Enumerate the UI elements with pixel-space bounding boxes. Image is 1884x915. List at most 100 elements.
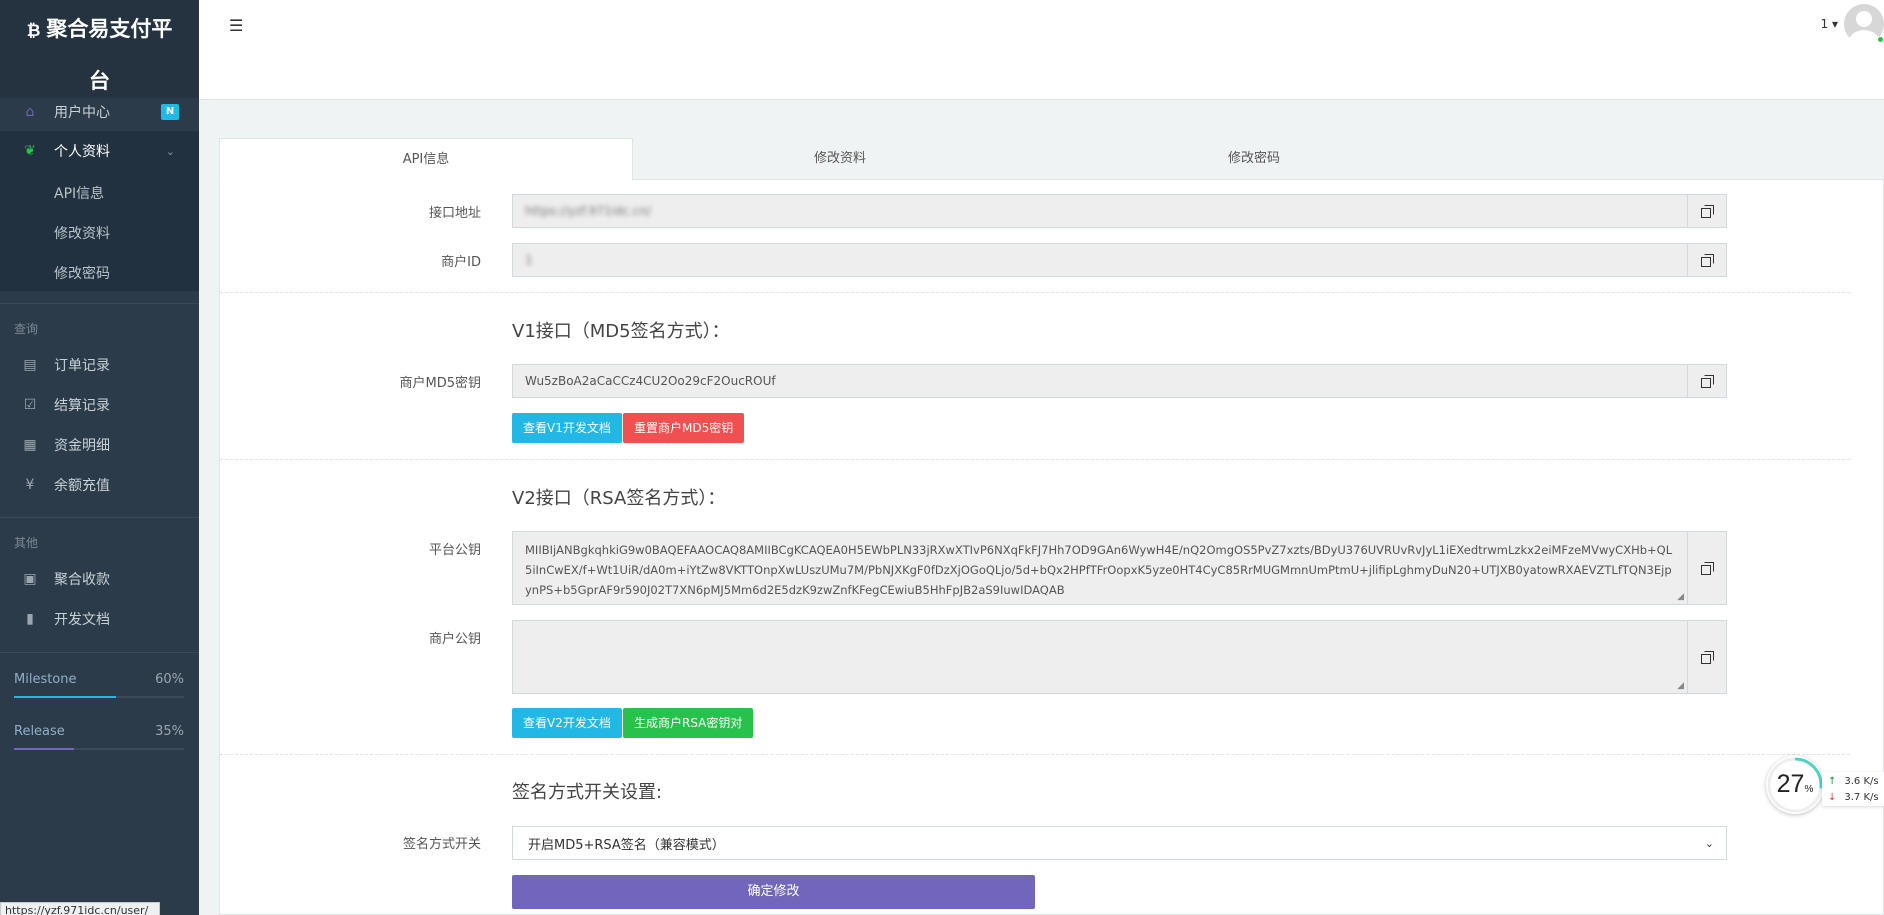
view-v2-docs-button[interactable]: 查看V2开发文档 xyxy=(512,708,622,738)
sidebar-divider xyxy=(0,517,199,518)
sidebar-item-label: 聚合收款 xyxy=(54,572,110,588)
sidebar-item-dev-docs[interactable]: ▮ 开发文档 xyxy=(0,599,199,639)
sidebar-item-funds[interactable]: ▦ 资金明细 xyxy=(0,425,199,465)
copy-icon xyxy=(1701,205,1714,218)
yen-icon: ¥ xyxy=(25,477,35,493)
platform-pubkey-field[interactable]: MIIBIjANBgkqhkiG9w0BAQEFAAOCAQ8AMIIBCgKC… xyxy=(512,531,1727,605)
reset-md5-key-button[interactable]: 重置商户MD5密钥 xyxy=(623,413,745,443)
bitcoin-logo-icon: ₿ xyxy=(26,21,41,41)
profile-submenu: API信息 修改资料 修改密码 xyxy=(0,171,199,291)
progress-release: Release 35% xyxy=(14,724,184,750)
submenu-item-edit-profile[interactable]: 修改资料 xyxy=(54,223,110,243)
sign-section-title: 签名方式开关设置: xyxy=(512,782,663,803)
progress-fill xyxy=(14,748,74,750)
top-header: ☰ 1 ▾ xyxy=(199,0,1884,100)
copy-platform-pubkey-button[interactable] xyxy=(1687,532,1726,604)
section-label-other: 其他 xyxy=(14,536,39,550)
usage-ring: 27% xyxy=(1766,756,1824,814)
progress-track xyxy=(14,696,184,698)
section-divider xyxy=(220,754,1850,755)
resize-handle-icon[interactable]: ◢ xyxy=(1677,681,1684,691)
chevron-down-icon: ⌄ xyxy=(165,144,175,158)
progress-milestone: Milestone 60% xyxy=(14,672,184,698)
sidebar-divider xyxy=(0,652,199,653)
sidebar-item-label: 余额充值 xyxy=(54,478,110,494)
calendar-icon: ▦ xyxy=(23,437,37,453)
merchant-id-value: 1 xyxy=(525,253,533,267)
generate-rsa-keypair-button[interactable]: 生成商户RSA密钥对 xyxy=(623,708,754,738)
tab-change-password[interactable]: 修改密码 xyxy=(1047,138,1461,180)
section-label-query: 查询 xyxy=(14,322,39,336)
upload-speed: 3.6 K/s xyxy=(1844,776,1879,787)
copy-md5-key-button[interactable] xyxy=(1687,365,1726,397)
progress-fill xyxy=(14,696,116,698)
brand-title: 聚合易支付平台 xyxy=(46,17,173,93)
copy-icon xyxy=(1701,254,1714,267)
v1-section-title: V1接口（MD5签名方式）： xyxy=(512,321,730,342)
sidebar-item-label: 结算记录 xyxy=(54,398,110,414)
copy-merchant-pubkey-button[interactable] xyxy=(1687,621,1726,693)
brand: ₿ 聚合易支付平台 xyxy=(0,0,199,98)
sidebar-item-user-center[interactable]: ⌂ 用户中心 N xyxy=(0,92,199,132)
md5-key-value: Wu5zBoA2aCaCCz4CU2Oo29cF2OucROUf xyxy=(525,374,776,388)
merchant-id-field[interactable]: 1 xyxy=(512,243,1727,277)
sidebar-item-label: 订单记录 xyxy=(54,358,110,374)
endpoint-value: https://yzf.971idc.cn/ xyxy=(525,204,652,218)
copy-icon xyxy=(1701,562,1714,575)
platform-pubkey-value: MIIBIjANBgkqhkiG9w0BAQEFAAOCAQ8AMIIBCgKC… xyxy=(525,543,1673,597)
list-icon: ▤ xyxy=(23,357,37,373)
merchant-pubkey-label: 商户公钥 xyxy=(428,632,481,647)
user-menu-dropdown[interactable]: 1 ▾ xyxy=(1821,17,1838,31)
book-icon: ▮ xyxy=(26,611,34,627)
v2-section-title: V2接口（RSA签名方式）： xyxy=(512,488,726,509)
submenu-item-change-password[interactable]: 修改密码 xyxy=(54,263,110,283)
network-speed-widget[interactable]: 27% ↑ 3.6 K/s ↓ 3.7 K/s xyxy=(1766,756,1884,814)
status-bar-url: https://yzf.971idc.cn/user/ xyxy=(0,902,160,915)
speed-readout: ↑ 3.6 K/s ↓ 3.7 K/s xyxy=(1822,772,1884,806)
sidebar-item-recharge[interactable]: ¥ 余额充值 xyxy=(0,465,199,505)
sign-mode-label: 签名方式开关 xyxy=(402,837,481,852)
md5-key-label: 商户MD5密钥 xyxy=(399,376,482,391)
usage-percent-unit: % xyxy=(1804,784,1814,795)
view-v1-docs-button[interactable]: 查看V1开发文档 xyxy=(512,413,622,443)
sidebar-item-label: 开发文档 xyxy=(54,612,110,628)
sidebar-item-settlements[interactable]: ☑ 结算记录 xyxy=(0,385,199,425)
merchant-pubkey-field[interactable]: ◢ xyxy=(512,620,1727,694)
md5-key-field[interactable]: Wu5zBoA2aCaCCz4CU2Oo29cF2OucROUf xyxy=(512,364,1727,398)
merchant-id-label: 商户ID xyxy=(441,255,481,270)
copy-merchant-id-button[interactable] xyxy=(1687,244,1726,276)
progress-label: Release xyxy=(14,724,65,739)
submenu-item-api-info[interactable]: API信息 xyxy=(54,183,104,203)
sidebar-item-profile[interactable]: ❦ 个人资料 ⌄ xyxy=(0,131,199,171)
check-square-icon: ☑ xyxy=(23,397,37,413)
section-divider xyxy=(220,459,1850,460)
new-badge: N xyxy=(161,104,179,120)
section-divider xyxy=(220,292,1850,293)
usage-percent: 27% xyxy=(1766,770,1824,799)
home-icon: ⌂ xyxy=(25,104,35,120)
progress-percent: 60% xyxy=(155,672,184,687)
progress-label: Milestone xyxy=(14,672,77,687)
endpoint-field[interactable]: https://yzf.971idc.cn/ xyxy=(512,194,1727,228)
sidebar-item-label: 用户中心 xyxy=(54,105,110,121)
sidebar-item-aggregate-pay[interactable]: ▣ 聚合收款 xyxy=(0,559,199,599)
sign-mode-selected: 开启MD5+RSA签名（兼容模式） xyxy=(528,837,725,853)
copy-icon xyxy=(1701,375,1714,388)
endpoint-label: 接口地址 xyxy=(428,206,481,221)
progress-track xyxy=(14,748,184,750)
leaf-icon: ❦ xyxy=(24,143,36,159)
sidebar-divider xyxy=(0,303,199,304)
platform-pubkey-label: 平台公钥 xyxy=(428,543,481,558)
tab-api-info[interactable]: API信息 xyxy=(219,138,633,181)
menu-toggle-icon[interactable]: ☰ xyxy=(229,16,243,35)
sign-mode-select[interactable]: 开启MD5+RSA签名（兼容模式） ⌄ xyxy=(512,826,1727,860)
submit-button[interactable]: 确定修改 xyxy=(512,875,1035,909)
tab-bar: API信息 修改资料 修改密码 xyxy=(219,138,1884,181)
tab-edit-profile[interactable]: 修改资料 xyxy=(633,138,1047,180)
usage-percent-number: 27 xyxy=(1776,770,1805,798)
copy-endpoint-button[interactable] xyxy=(1687,195,1726,227)
chevron-down-icon: ⌄ xyxy=(1704,837,1714,850)
download-arrow-icon: ↓ xyxy=(1828,792,1837,803)
resize-handle-icon[interactable]: ◢ xyxy=(1677,592,1684,602)
sidebar-item-orders[interactable]: ▤ 订单记录 xyxy=(0,345,199,385)
